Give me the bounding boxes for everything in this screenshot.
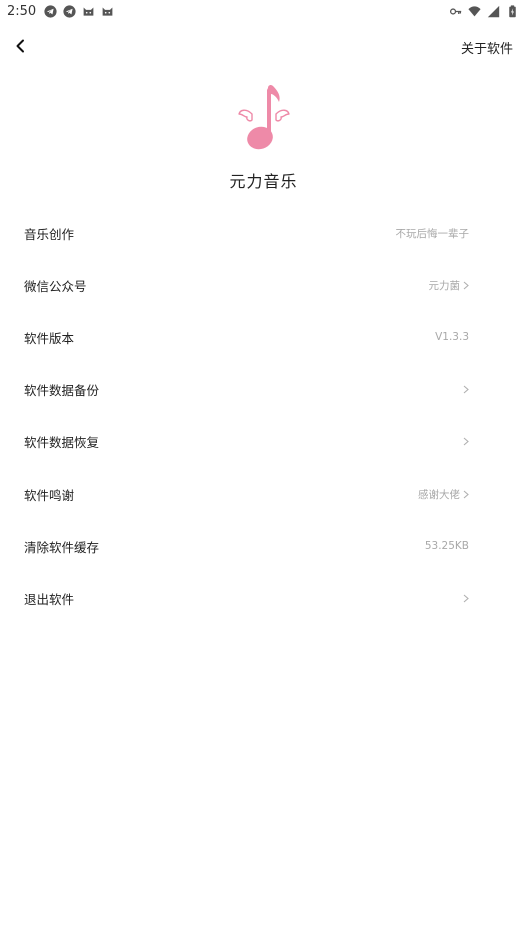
telegram-icon [63,4,76,18]
row-label: 软件鸣谢 [24,487,75,503]
row-right [463,385,469,394]
telegram-icon [44,4,57,18]
status-time: 2:50 [7,3,37,19]
back-button[interactable] [6,32,34,60]
vpn-key-icon [449,7,462,15]
row-value: 感谢大佬 [418,488,460,501]
settings-row-music-creation[interactable]: 音乐创作 不玩后悔一辈子 [0,207,527,259]
chevron-right-icon [463,490,469,498]
row-right: 不玩后悔一辈子 [396,226,470,241]
wifi-icon [468,5,481,16]
status-left: 2:50 [7,4,114,19]
battery-icon [509,4,516,17]
row-label: 软件数据备份 [24,383,100,399]
status-right [449,4,519,18]
status-bar: 2:50 [0,0,527,22]
app-header: 关于软件 [0,22,527,70]
chevron-right-icon [463,385,469,394]
chevron-left-icon [16,39,24,53]
row-right [463,437,469,446]
page-title: 关于软件 [460,42,513,57]
settings-row-credits[interactable]: 软件鸣谢 感谢大佬 [0,468,527,520]
row-label: 音乐创作 [24,226,75,242]
chevron-right-icon [463,594,469,603]
winged-music-note-icon [237,84,290,150]
row-label: 退出软件 [24,591,75,607]
row-right [463,594,469,603]
signal-icon [487,5,500,17]
android-cat-icon [102,6,113,16]
row-value: 元力菌 [428,279,461,292]
settings-row-exit[interactable]: 退出软件 [0,572,527,624]
settings-row-data-restore[interactable]: 软件数据恢复 [0,416,527,468]
settings-row-wechat-account[interactable]: 微信公众号 元力菌 [0,259,527,311]
chevron-right-icon [463,281,469,290]
settings-list: 音乐创作 不玩后悔一辈子 微信公众号 元力菌 软件版本 V1.3.3 软件数据备… [0,207,527,625]
settings-row-clear-cache[interactable]: 清除软件缓存 53.25KB [0,520,527,572]
row-right: 元力菌 [429,278,470,293]
row-label: 软件数据恢复 [24,435,100,451]
settings-row-data-backup[interactable]: 软件数据备份 [0,364,527,416]
app-logo-block: 元力音乐 [0,82,527,192]
row-label: 软件版本 [24,330,75,346]
row-right: 感谢大佬 [418,487,469,502]
android-cat-icon [83,6,94,16]
row-right: 53.25KB [425,540,469,552]
row-label: 清除软件缓存 [24,539,100,555]
row-label: 微信公众号 [24,278,87,294]
row-right: V1.3.3 [435,331,469,343]
settings-row-version[interactable]: 软件版本 V1.3.3 [0,311,527,363]
row-value: 53.25KB [424,540,469,553]
app-name: 元力音乐 [229,172,298,191]
chevron-right-icon [463,437,469,446]
row-value: V1.3.3 [435,331,469,344]
row-value: 不玩后悔一辈子 [395,227,470,240]
